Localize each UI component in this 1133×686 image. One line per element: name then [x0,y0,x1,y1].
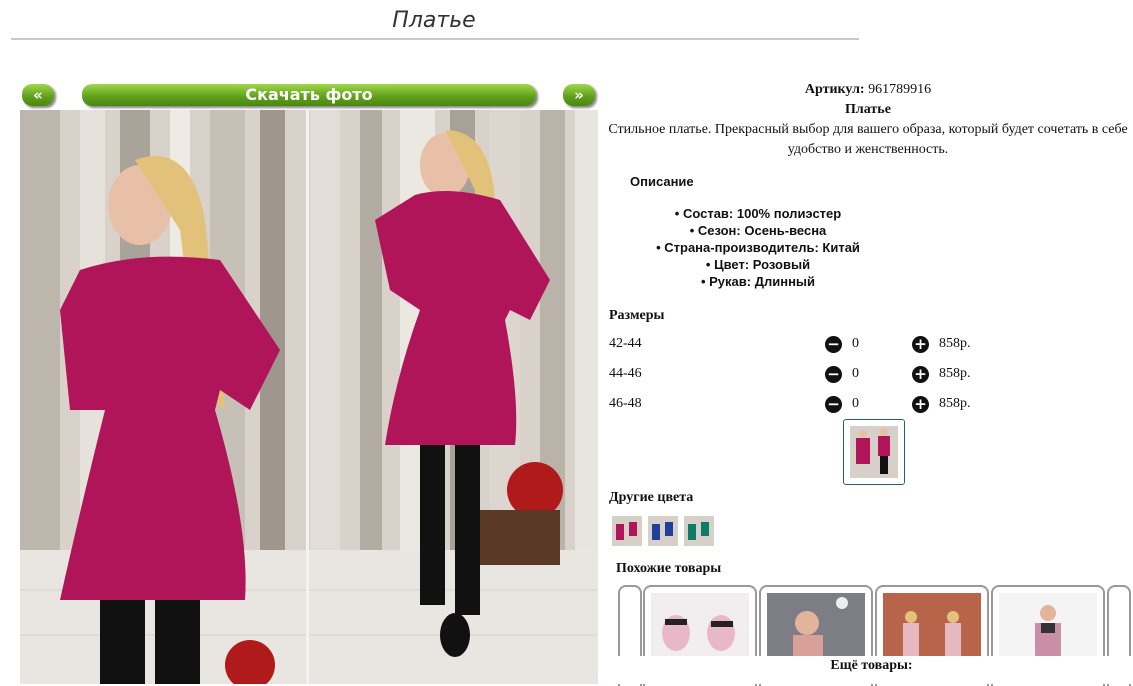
article-label: Артикул: [804,82,865,97]
similar-product-image [651,593,749,663]
similar-products-title: Похожие товары [616,561,722,576]
quantity-value: 0 [852,366,859,381]
price-value: 858р. [939,366,971,381]
product-name: Платье [845,102,891,117]
size-row: 46-48 − 0 + 858р. [609,393,1129,415]
color-variant-green[interactable] [684,516,714,546]
minus-icon[interactable]: − [825,396,842,413]
download-photo-button[interactable]: Скачать фото [82,84,536,106]
quantity-value: 0 [852,336,859,351]
description-title: Описание [630,174,694,189]
size-label: 42-44 [609,336,642,351]
quantity-value: 0 [852,396,859,411]
size-label: 44-46 [609,366,642,381]
spec-country: Страна-производитель: Китай [608,239,908,256]
color-variant-pink[interactable] [612,516,642,546]
similar-product-image [999,593,1097,663]
product-info: Артикул: 961789916 Платье Стильное плать… [608,80,1128,160]
page-title: Платье [392,8,476,33]
spec-list: Состав: 100% полиэстер Сезон: Осень-весн… [608,205,908,290]
more-products-title: Ещё товары: [830,658,913,673]
sizes-title: Размеры [609,308,665,323]
price-value: 858р. [939,396,971,411]
other-colors-title: Другие цвета [609,490,694,505]
size-row: 44-46 − 0 + 858р. [609,363,1129,385]
article-number: 961789916 [868,82,932,97]
spec-season: Сезон: Осень-весна [608,222,908,239]
color-variant-blue[interactable] [648,516,678,546]
minus-icon[interactable]: − [825,336,842,353]
size-row: 42-44 − 0 + 858р. [609,333,1129,355]
thumbnail-image [850,426,898,478]
prev-photo-button[interactable]: « [22,84,54,106]
next-photo-button[interactable]: » [563,84,595,106]
plus-icon[interactable]: + [912,396,929,413]
product-photo[interactable] [20,110,598,684]
plus-icon[interactable]: + [912,336,929,353]
minus-icon[interactable]: − [825,366,842,383]
product-photo-image [20,110,598,684]
selected-photo-thumbnail[interactable] [843,419,905,485]
price-value: 858р. [939,336,971,351]
title-divider [11,38,859,40]
spec-sleeve: Рукав: Длинный [608,273,908,290]
spec-composition: Состав: 100% полиэстер [608,205,908,222]
more-products-band: Ещё товары: [610,656,1133,684]
similar-product-image [883,593,981,663]
plus-icon[interactable]: + [912,366,929,383]
product-tagline: Стильное платье. Прекрасный выбор для ва… [608,122,1128,157]
size-label: 46-48 [609,396,642,411]
spec-color: Цвет: Розовый [608,256,908,273]
similar-product-image [767,593,865,663]
